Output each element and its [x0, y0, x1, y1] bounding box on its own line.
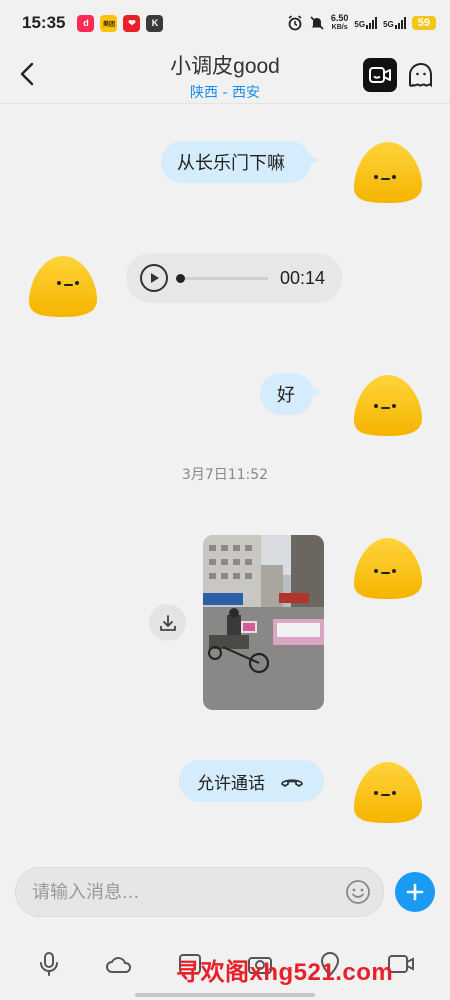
street-photo — [203, 535, 324, 710]
health-icon: ❤ — [123, 14, 141, 32]
network-speed-unit: KB/s — [331, 24, 348, 31]
battery-indicator: 59 — [411, 16, 436, 30]
voice-duration: 00:14 — [280, 267, 326, 288]
signal-1-label: 5G — [354, 20, 366, 29]
contact-avatar[interactable] — [28, 253, 98, 319]
mute-icon — [310, 16, 324, 30]
message-bubble-outgoing[interactable]: 从长乐门下嘛 — [161, 141, 319, 183]
signal-2: 5G — [383, 17, 406, 29]
video-camera-icon — [369, 67, 391, 83]
emoji-icon[interactable] — [345, 879, 371, 905]
user-profile-icon — [409, 62, 432, 88]
play-button[interactable] — [140, 264, 168, 292]
download-button[interactable] — [149, 604, 186, 641]
k-app-icon: K — [146, 14, 164, 32]
alarm-icon — [288, 15, 302, 31]
chat-header: 小调皮good 陕西 - 西安 — [0, 46, 450, 104]
status-time: 15:35 — [22, 13, 66, 32]
signal-bars-icon — [366, 17, 378, 29]
bubble-tail — [309, 385, 321, 399]
meituan-icon: 美团 — [100, 14, 118, 32]
play-icon — [151, 273, 159, 283]
message-timestamp: 3月7日11:52 — [181, 467, 269, 483]
network-speed: 6.50 KB/s — [331, 14, 349, 32]
video-call-button[interactable] — [363, 58, 397, 92]
voice-progress-track[interactable] — [176, 273, 268, 283]
cloud-icon — [106, 957, 132, 973]
microphone-icon — [40, 952, 59, 976]
signal-2-label: 5G — [383, 20, 394, 29]
call-permission-bubble[interactable]: 允许通话 — [179, 760, 324, 802]
voice-progress-handle[interactable] — [176, 273, 185, 283]
my-avatar[interactable] — [353, 139, 423, 205]
phone-icon — [281, 779, 303, 787]
my-avatar[interactable] — [353, 372, 423, 438]
my-avatar[interactable] — [353, 535, 423, 601]
message-input[interactable] — [32, 881, 322, 903]
plus-icon — [406, 883, 424, 901]
message-text: 从长乐门下嘛 — [177, 153, 285, 174]
call-permission-text: 允许通话 — [197, 773, 265, 794]
message-input-bar — [15, 867, 384, 917]
bubble-tail — [307, 153, 319, 167]
status-right: 6.50 KB/s 5G 5G 59 — [287, 14, 436, 32]
cloud-button[interactable] — [104, 949, 134, 979]
status-bar: 15:35 d 美团 ❤ K 6.50 KB/s 5G 5G 59 — [0, 0, 450, 46]
photo-message[interactable] — [203, 535, 324, 710]
voice-message[interactable]: 00:14 — [126, 253, 342, 303]
douyin-icon: d — [77, 14, 95, 32]
profile-button[interactable] — [406, 58, 436, 92]
message-text: 好 — [277, 385, 295, 406]
signal-1: 5G — [354, 17, 378, 29]
message-bubble-outgoing[interactable]: 好 — [260, 373, 321, 415]
my-avatar[interactable] — [353, 759, 423, 825]
home-indicator[interactable] — [135, 993, 315, 997]
signal-bars-icon — [394, 17, 406, 29]
more-actions-button[interactable] — [395, 872, 435, 912]
network-speed-value: 6.50 — [330, 13, 349, 23]
voice-input-button[interactable] — [34, 949, 64, 979]
watermark: 寻欢阁xhg521.com — [176, 959, 394, 986]
download-icon — [159, 614, 176, 631]
status-left: 15:35 d 美团 ❤ K — [22, 13, 164, 33]
